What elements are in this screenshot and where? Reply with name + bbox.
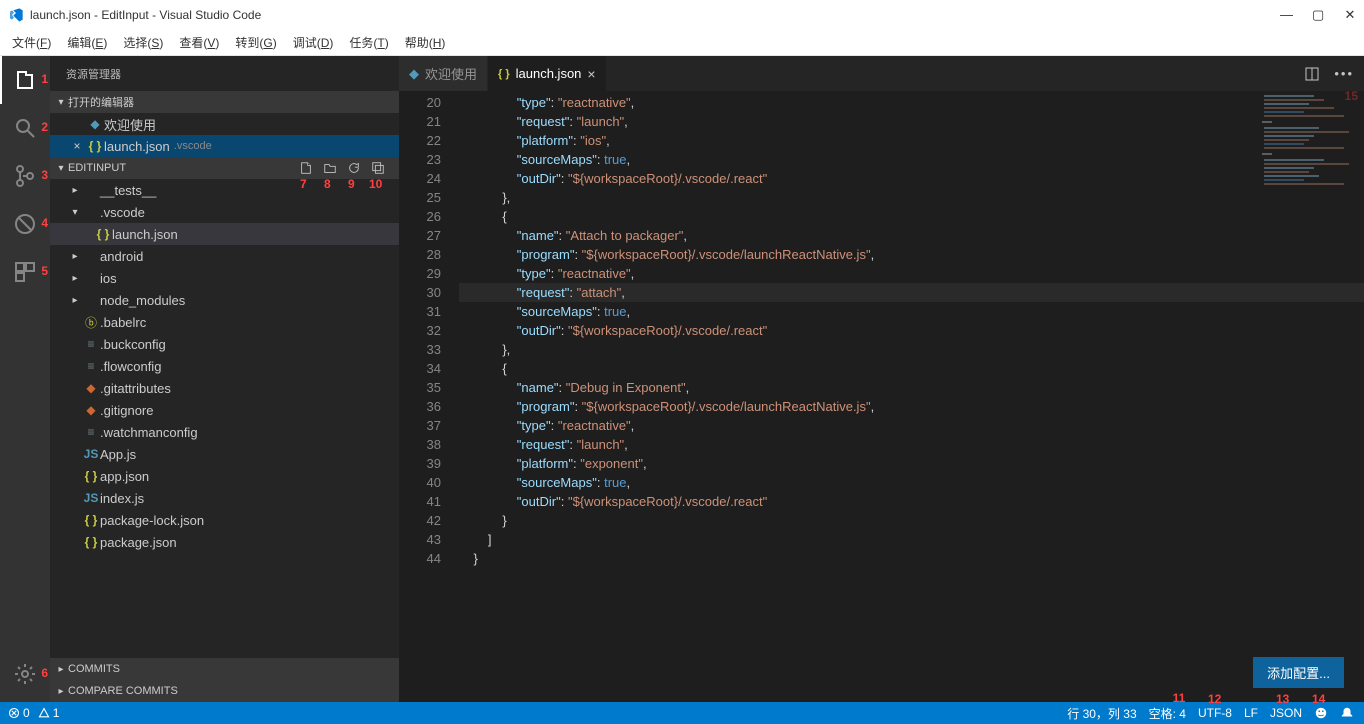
open-editor-item[interactable]: ◆欢迎使用	[50, 113, 399, 135]
menu-s[interactable]: 选择(S)	[115, 34, 171, 51]
new-file-icon[interactable]: 7	[297, 159, 315, 177]
tree-item[interactable]: ≡.watchmanconfig	[50, 421, 399, 443]
activity-explorer[interactable]: 1	[0, 56, 50, 104]
more-actions-icon[interactable]: •••	[1334, 66, 1354, 81]
editor-tab[interactable]: { }launch.json×	[488, 56, 607, 91]
window-title: launch.json - EditInput - Visual Studio …	[30, 8, 1280, 22]
status-encoding[interactable]: UTF-812	[1198, 706, 1232, 720]
minimap[interactable]: 15	[1254, 91, 1364, 291]
tree-item[interactable]: JSApp.js	[50, 443, 399, 465]
tree-item[interactable]: ▸node_modules	[50, 289, 399, 311]
editor-area: ◆欢迎使用{ }launch.json× ••• 202122232425262…	[399, 56, 1364, 702]
menubar: 文件(F)编辑(E)选择(S)查看(V)转到(G)调试(D)任务(T)帮助(H)	[0, 30, 1364, 56]
split-editor-icon[interactable]	[1304, 66, 1320, 82]
menu-e[interactable]: 编辑(E)	[59, 34, 115, 51]
status-warnings[interactable]: 1	[38, 706, 60, 720]
activity-extensions[interactable]: 5	[0, 248, 50, 296]
tree-item[interactable]: { }launch.json	[50, 223, 399, 245]
menu-f[interactable]: 文件(F)	[4, 34, 59, 51]
tree-item[interactable]: ▸android	[50, 245, 399, 267]
status-feedback-icon[interactable]: 14	[1314, 706, 1328, 720]
commits-header[interactable]: ▸COMMITS	[50, 658, 399, 680]
activity-scm[interactable]: 3	[0, 152, 50, 200]
open-editors-header[interactable]: ▾打开的编辑器	[50, 91, 399, 113]
code-editor[interactable]: "type": "reactnative", "request": "launc…	[459, 91, 1364, 702]
activity-debug[interactable]: 4	[0, 200, 50, 248]
new-folder-icon[interactable]: 8	[321, 159, 339, 177]
vscode-icon	[8, 7, 24, 23]
sidebar-explorer: 资源管理器 ▾打开的编辑器 ◆欢迎使用×{ }launch.json.vscod…	[50, 56, 399, 702]
tree-item[interactable]: ◆.gitattributes	[50, 377, 399, 399]
tree-item[interactable]: ▸ios	[50, 267, 399, 289]
open-editor-item[interactable]: ×{ }launch.json.vscode	[50, 135, 399, 157]
menu-g[interactable]: 转到(G)	[227, 34, 284, 51]
sidebar-title: 资源管理器	[50, 56, 399, 91]
activity-search[interactable]: 2	[0, 104, 50, 152]
window-titlebar: launch.json - EditInput - Visual Studio …	[0, 0, 1364, 30]
menu-d[interactable]: 调试(D)	[285, 34, 342, 51]
line-gutter: 2021222324252627282930313233343536373839…	[399, 91, 459, 702]
menu-t[interactable]: 任务(T)	[341, 34, 396, 51]
status-eol[interactable]: LF	[1244, 706, 1258, 720]
tree-item[interactable]: ≡.buckconfig	[50, 333, 399, 355]
close-icon[interactable]: ×	[587, 66, 595, 82]
editor-tab[interactable]: ◆欢迎使用	[399, 56, 488, 91]
tree-item[interactable]: ◆.gitignore	[50, 399, 399, 421]
activity-settings[interactable]: 6	[0, 650, 50, 698]
status-spaces[interactable]: 空格: 411	[1149, 705, 1186, 722]
maximize-button[interactable]: ▢	[1312, 7, 1324, 23]
project-header[interactable]: ▾EDITINPUT 7 8 9 10	[50, 157, 399, 179]
collapse-all-icon[interactable]: 10	[369, 159, 387, 177]
close-button[interactable]: ✕	[1344, 7, 1356, 23]
menu-h[interactable]: 帮助(H)	[397, 34, 454, 51]
add-configuration-button[interactable]: 添加配置...	[1253, 657, 1344, 688]
refresh-icon[interactable]: 9	[345, 159, 363, 177]
statusbar: 0 1 行 30，列 33 空格: 411 UTF-812 LF JSON13 …	[0, 702, 1364, 724]
status-errors[interactable]: 0	[8, 706, 30, 720]
tree-item[interactable]: { }app.json	[50, 465, 399, 487]
menu-v[interactable]: 查看(V)	[171, 34, 227, 51]
editor-tabbar: ◆欢迎使用{ }launch.json× •••	[399, 56, 1364, 91]
tree-item[interactable]: { }package.json	[50, 531, 399, 553]
activitybar: 1 2 3 4 5 6	[0, 56, 50, 702]
tree-item[interactable]: JSindex.js	[50, 487, 399, 509]
close-icon[interactable]: ×	[68, 139, 86, 153]
tree-item[interactable]: ≡.flowconfig	[50, 355, 399, 377]
tree-item[interactable]: ⓑ.babelrc	[50, 311, 399, 333]
status-cursor[interactable]: 行 30，列 33	[1067, 705, 1136, 722]
compare-commits-header[interactable]: ▸COMPARE COMMITS	[50, 680, 399, 702]
tree-item[interactable]: { }package-lock.json	[50, 509, 399, 531]
status-language[interactable]: JSON13	[1270, 706, 1302, 720]
open-editors-list: ◆欢迎使用×{ }launch.json.vscode	[50, 113, 399, 157]
project-tree: ▸__tests__▾.vscode{ }launch.json▸android…	[50, 179, 399, 658]
status-notifications-icon[interactable]	[1340, 706, 1354, 720]
tree-item[interactable]: ▾.vscode	[50, 201, 399, 223]
tree-item[interactable]: ▸__tests__	[50, 179, 399, 201]
tab-actions: •••	[1294, 56, 1364, 91]
minimize-button[interactable]: —	[1280, 7, 1292, 23]
